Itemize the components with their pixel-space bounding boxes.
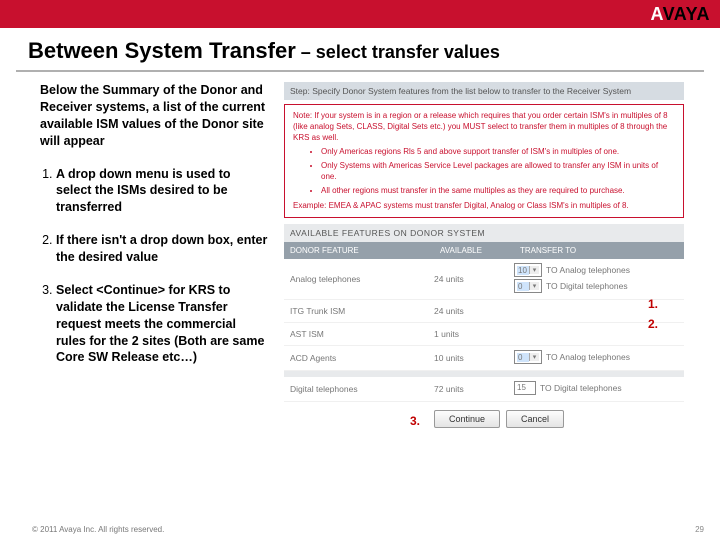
cell-available: 72 units (434, 378, 514, 400)
th-feature: DONOR FEATURE (284, 242, 434, 259)
note-item: All other regions must transfer in the s… (321, 186, 675, 197)
table-row: AST ISM1 units (284, 323, 684, 346)
transfer-label: TO Analog telephones (546, 352, 630, 362)
step-1: A drop down menu is used to select the I… (56, 166, 268, 217)
step-2-text: If there isn't a drop down box, enter th… (56, 233, 267, 264)
cell-feature: Digital telephones (284, 378, 434, 400)
dropdown[interactable]: 0▾ (514, 350, 542, 364)
brand-logo: AVAYA (650, 4, 710, 25)
cancel-button[interactable]: Cancel (506, 410, 564, 428)
available-header: AVAILABLE FEATURES ON DONOR SYSTEM (284, 224, 684, 242)
step-3-text: Select <Continue> for KRS to validate th… (56, 283, 264, 365)
step-list: A drop down menu is used to select the I… (40, 166, 268, 367)
table-row: ITG Trunk ISM24 units (284, 300, 684, 323)
callout-3: 3. (410, 414, 420, 428)
cell-feature: ACD Agents (284, 347, 434, 369)
step-1-text: A drop down menu is used to select the I… (56, 167, 231, 215)
th-available: AVAILABLE (434, 242, 514, 259)
dropdown-value: 0 (517, 353, 529, 362)
cell-feature: Analog telephones (284, 268, 434, 290)
chevron-down-icon: ▾ (529, 266, 539, 274)
note-item: Only Systems with Americas Service Level… (321, 161, 675, 183)
transfer-row: 10▾ TO Analog telephones (514, 263, 630, 277)
cell-available: 24 units (434, 268, 514, 290)
table-row: Digital telephones72 units15 TO Digital t… (284, 377, 684, 402)
cell-transfer: 0▾ TO Analog telephones (514, 346, 684, 370)
continue-button[interactable]: Continue (434, 410, 500, 428)
cell-available: 10 units (434, 347, 514, 369)
table-row: ACD Agents10 units0▾ TO Analog telephones (284, 346, 684, 371)
transfer-row: 15 TO Digital telephones (514, 381, 622, 395)
transfer-label: TO Analog telephones (546, 265, 630, 275)
cell-transfer (514, 330, 684, 338)
page-title: Between System Transfer – select transfe… (0, 28, 720, 70)
cell-available: 1 units (434, 323, 514, 345)
cell-transfer: 10▾ TO Analog telephones 0▾ TO Digital tele… (514, 259, 684, 299)
callout-1: 1. (648, 297, 658, 311)
footer: © 2011 Avaya Inc. All rights reserved. 2… (32, 525, 704, 534)
dropdown[interactable]: 0▾ (514, 279, 542, 293)
panel-header: Step: Specify Donor System features from… (284, 82, 684, 100)
transfer-label: TO Digital telephones (546, 281, 628, 291)
title-sub: – select transfer values (296, 42, 500, 62)
page-number: 29 (695, 525, 704, 534)
title-main: Between System Transfer (28, 38, 296, 63)
table-row: Analog telephones24 units10▾ TO Analog te… (284, 259, 684, 300)
table-body: Analog telephones24 units10▾TO Analog te… (284, 259, 684, 402)
note-example: Example: EMEA & APAC systems must transf… (293, 201, 675, 212)
step-3: Select <Continue> for KRS to validate th… (56, 282, 268, 366)
chevron-down-icon: ▾ (529, 282, 539, 290)
right-panel: Step: Specify Donor System features from… (280, 82, 700, 428)
left-column: Below the Summary of the Donor and Recei… (0, 82, 280, 428)
step-2: If there isn't a drop down box, enter th… (56, 232, 268, 266)
transfer-label: TO Digital telephones (540, 383, 622, 393)
cell-transfer (514, 307, 684, 315)
cell-feature: ITG Trunk ISM (284, 300, 434, 322)
transfer-row: 0▾ TO Digital telephones (514, 279, 628, 293)
note-lead: Note: If your system is in a region or a… (293, 111, 675, 143)
note-item: Only Americas regions Rls 5 and above su… (321, 147, 675, 158)
dropdown[interactable]: 10▾ (514, 263, 542, 277)
note-box: Note: If your system is in a region or a… (284, 104, 684, 218)
callout-2: 2. (648, 317, 658, 331)
intro-text: Below the Summary of the Donor and Recei… (40, 82, 268, 150)
cell-available: 24 units (434, 300, 514, 322)
dropdown-value: 10 (517, 266, 529, 275)
button-row: Continue Cancel (284, 402, 684, 428)
cell-feature: AST ISM (284, 323, 434, 345)
copyright: © 2011 Avaya Inc. All rights reserved. (32, 525, 164, 534)
cell-transfer: 15 TO Digital telephones (514, 377, 684, 401)
top-bar: AVAYA (0, 0, 720, 28)
table-header: DONOR FEATURE AVAILABLE TRANSFER TO (284, 242, 684, 259)
dropdown-value: 0 (517, 282, 529, 291)
value-input[interactable]: 15 (514, 381, 536, 395)
transfer-row: 0▾ TO Analog telephones (514, 350, 630, 364)
th-transfer: TRANSFER TO (514, 242, 684, 259)
chevron-down-icon: ▾ (529, 353, 539, 361)
